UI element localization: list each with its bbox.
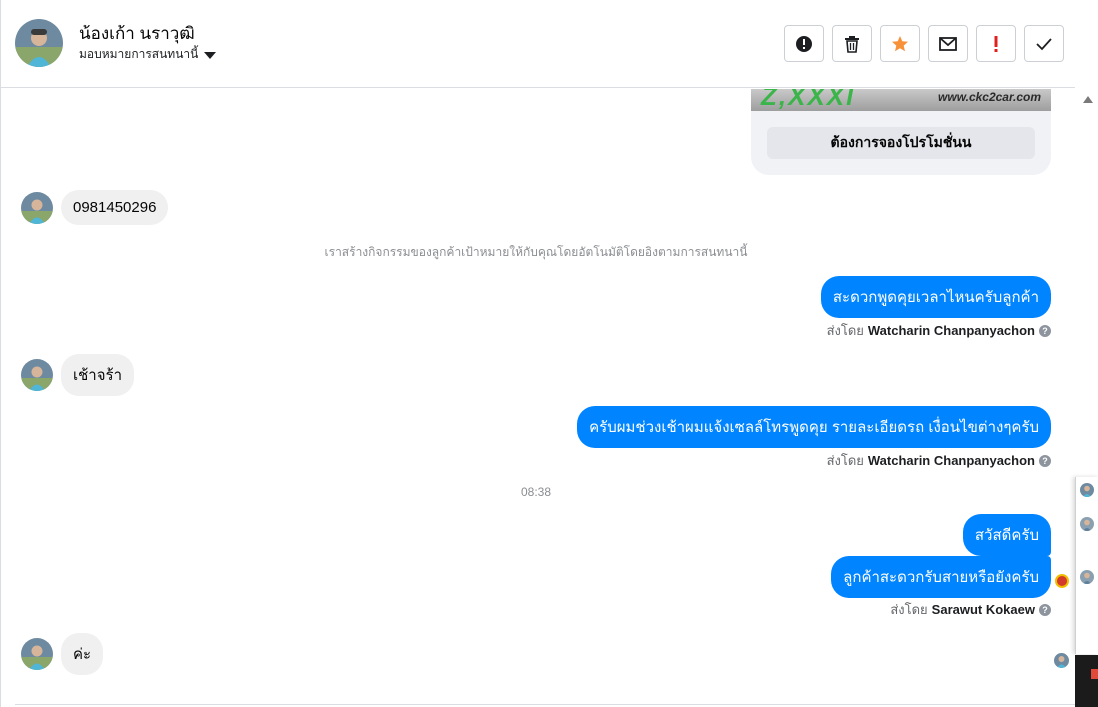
contact-avatar-small bbox=[21, 359, 53, 391]
banner-url-text: www.ckc2car.com bbox=[938, 90, 1041, 104]
assign-label: มอบหมายการสนทนานี้ bbox=[79, 47, 199, 61]
help-question-icon[interactable]: ? bbox=[1039, 603, 1051, 616]
mark-done-button[interactable] bbox=[1024, 25, 1064, 62]
contact-avatar-small bbox=[21, 638, 53, 670]
incoming-message: ค่ะ bbox=[21, 633, 104, 675]
sent-by-agent: Sarawut Kokaew bbox=[931, 602, 1035, 617]
read-receipt-avatar bbox=[1054, 653, 1069, 668]
chat-avatar[interactable] bbox=[1080, 570, 1094, 584]
promo-quick-reply-button[interactable]: ต้องการจองโปรโมชั่นน bbox=[767, 127, 1035, 159]
outgoing-message-bubble: สะดวกพูดคุยเวลาไหนครับลูกค้า bbox=[820, 276, 1051, 318]
sent-by-prefix: ส่งโดย bbox=[826, 323, 864, 338]
trash-icon bbox=[845, 35, 859, 53]
side-toolbar bbox=[1075, 655, 1098, 707]
delete-button[interactable] bbox=[832, 25, 872, 62]
notification-flag-icon[interactable] bbox=[1091, 669, 1098, 679]
contact-avatar[interactable] bbox=[15, 19, 63, 67]
help-question-icon[interactable]: ? bbox=[1039, 454, 1051, 467]
incoming-message: เช้าจร้า bbox=[21, 354, 134, 396]
seen-indicator-icon bbox=[1055, 574, 1069, 588]
sent-by-label: ส่งโดย Sarawut Kokaew ? bbox=[890, 599, 1051, 620]
message-thread: Z,XXXl www.ckc2car.com ต้องการจองโปรโมชั… bbox=[1, 89, 1075, 707]
system-note: เราสร้างกิจกรรมของลูกค้าเป้าหมายให้กับคุ… bbox=[324, 245, 748, 259]
sent-by-prefix: ส่งโดย bbox=[890, 602, 928, 617]
help-question-icon[interactable]: ? bbox=[1039, 324, 1051, 337]
envelope-icon bbox=[939, 36, 957, 51]
conversation-pane: น้องเก้า นราวุฒิ มอบหมายการสนทนานี้ Z,XX… bbox=[0, 0, 1098, 707]
sent-by-prefix: ส่งโดย bbox=[826, 453, 864, 468]
message-bubble: 0981450296 bbox=[61, 190, 169, 225]
timestamp-divider: 08:38 bbox=[520, 485, 552, 499]
banner-brand-text: Z,XXXl bbox=[761, 89, 856, 111]
sent-by-label: ส่งโดย Watcharin Chanpanyachon ? bbox=[827, 450, 1051, 471]
chat-avatar[interactable] bbox=[1080, 517, 1094, 531]
outgoing-message-bubble: ลูกค้าสะดวกรับสายหรือยังครับ bbox=[831, 556, 1051, 598]
star-button[interactable] bbox=[880, 25, 920, 62]
assign-dropdown[interactable]: มอบหมายการสนทนานี้ bbox=[79, 45, 217, 64]
checkmark-icon bbox=[1036, 37, 1052, 50]
promo-banner-image: Z,XXXl www.ckc2car.com bbox=[751, 89, 1051, 111]
report-spam-button[interactable] bbox=[784, 25, 824, 62]
conversation-actions bbox=[784, 25, 1064, 62]
chat-avatar[interactable] bbox=[1080, 483, 1094, 497]
follow-up-button[interactable] bbox=[976, 25, 1016, 62]
message-bubble: เช้าจร้า bbox=[61, 354, 134, 396]
contact-name: น้องเก้า นราวุฒิ bbox=[79, 24, 195, 43]
exclamation-icon bbox=[994, 35, 998, 52]
outgoing-message-bubble: สวัสดีครับ bbox=[962, 514, 1051, 556]
mark-unread-button[interactable] bbox=[928, 25, 968, 62]
sent-by-agent: Watcharin Chanpanyachon bbox=[867, 323, 1035, 338]
star-icon bbox=[892, 35, 908, 51]
message-bubble: ค่ะ bbox=[61, 633, 104, 675]
sent-by-label: ส่งโดย Watcharin Chanpanyachon ? bbox=[827, 320, 1051, 341]
outgoing-message-bubble: ครับผมช่วงเช้าผมแจ้งเซลล์โทรพูดคุย รายละ… bbox=[577, 406, 1051, 448]
scroll-up-arrow-icon[interactable] bbox=[1083, 96, 1093, 103]
sent-by-agent: Watcharin Chanpanyachon bbox=[867, 453, 1035, 468]
incoming-message: 0981450296 bbox=[21, 190, 169, 225]
side-chat-list bbox=[1075, 477, 1098, 654]
promo-card: Z,XXXl www.ckc2car.com ต้องการจองโปรโมชั… bbox=[751, 89, 1051, 175]
exclamation-circle-icon bbox=[796, 35, 812, 52]
contact-avatar-small bbox=[21, 191, 53, 224]
conversation-header: น้องเก้า นราวุฒิ มอบหมายการสนทนานี้ bbox=[1, 0, 1075, 88]
caret-down-icon bbox=[204, 52, 217, 59]
